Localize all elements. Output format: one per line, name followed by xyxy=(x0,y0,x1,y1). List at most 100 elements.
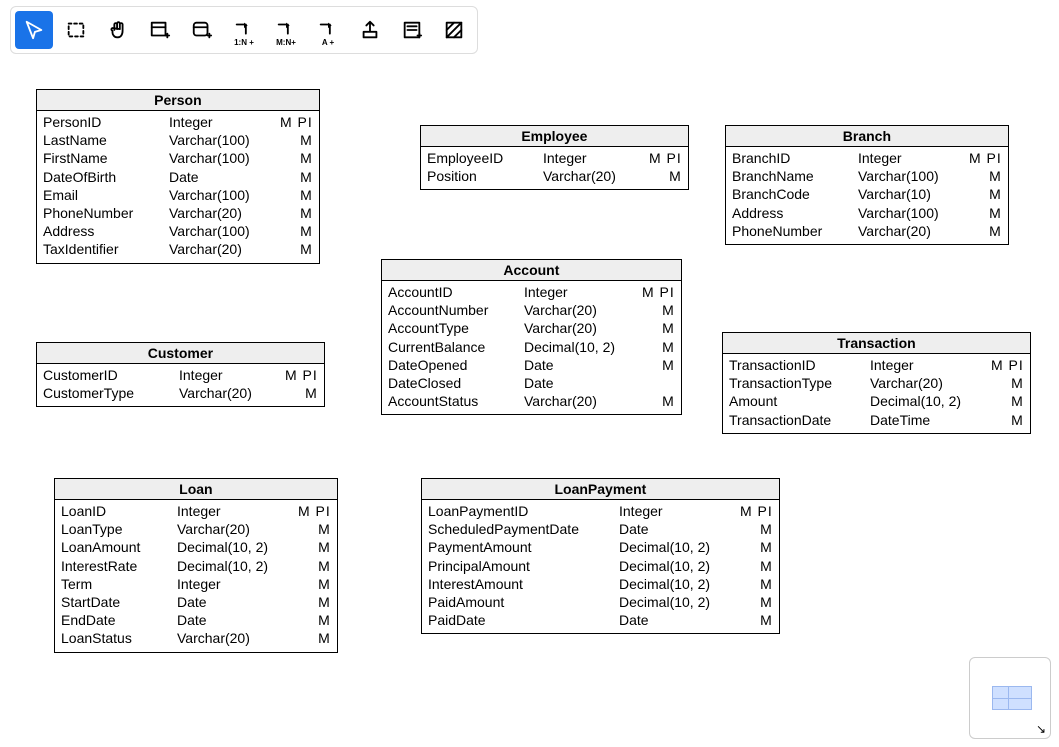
column-type: Decimal(10, 2) xyxy=(619,538,754,556)
column-row[interactable]: BranchNameVarchar(100)M xyxy=(732,167,1002,185)
entity-transaction[interactable]: TransactionTransactionIDIntegerM PITrans… xyxy=(722,332,1031,434)
column-flags: M xyxy=(989,185,1002,203)
column-row[interactable]: BranchIDIntegerM PI xyxy=(732,149,1002,167)
column-name: Amount xyxy=(729,392,864,410)
column-row[interactable]: BranchCodeVarchar(10)M xyxy=(732,185,1002,203)
column-row[interactable]: LoanTypeVarchar(20)M xyxy=(61,520,331,538)
column-row[interactable]: StartDateDateM xyxy=(61,593,331,611)
column-row[interactable]: LoanStatusVarchar(20)M xyxy=(61,629,331,647)
column-type: Date xyxy=(524,374,669,392)
column-name: AccountStatus xyxy=(388,392,518,410)
column-row[interactable]: AccountStatusVarchar(20)M xyxy=(388,392,675,410)
column-name: PaymentAmount xyxy=(428,538,613,556)
entity-customer[interactable]: CustomerCustomerIDIntegerM PICustomerTyp… xyxy=(36,342,325,407)
minimap[interactable]: ↘ xyxy=(969,657,1051,739)
column-row[interactable]: PhoneNumberVarchar(20)M xyxy=(43,204,313,222)
column-row[interactable]: AccountIDIntegerM PI xyxy=(388,283,675,301)
column-name: DateOpened xyxy=(388,356,518,374)
column-row[interactable]: AccountNumberVarchar(20)M xyxy=(388,301,675,319)
column-row[interactable]: LoanAmountDecimal(10, 2)M xyxy=(61,538,331,556)
column-row[interactable]: PaidAmountDecimal(10, 2)M xyxy=(428,593,773,611)
column-row[interactable]: DateOfBirthDateM xyxy=(43,168,313,186)
column-row[interactable]: TermIntegerM xyxy=(61,575,331,593)
entity-person[interactable]: PersonPersonIDIntegerM PILastNameVarchar… xyxy=(36,89,320,264)
column-type: Varchar(20) xyxy=(177,520,312,538)
column-row[interactable]: AddressVarchar(100)M xyxy=(43,222,313,240)
column-row[interactable]: InterestAmountDecimal(10, 2)M xyxy=(428,575,773,593)
column-type: Date xyxy=(177,611,312,629)
column-row[interactable]: AddressVarchar(100)M xyxy=(732,204,1002,222)
column-type: Decimal(10, 2) xyxy=(870,392,1005,410)
column-row[interactable]: DateOpenedDateM xyxy=(388,356,675,374)
column-row[interactable]: EmployeeIDIntegerM PI xyxy=(427,149,682,167)
column-name: StartDate xyxy=(61,593,171,611)
column-row[interactable]: Amount Decimal(10, 2) M xyxy=(729,392,1024,410)
column-row[interactable]: PhoneNumberVarchar(20)M xyxy=(732,222,1002,240)
column-flags: M xyxy=(989,204,1002,222)
column-row[interactable]: PersonIDIntegerM PI xyxy=(43,113,313,131)
diagram-canvas[interactable]: PersonPersonIDIntegerM PILastNameVarchar… xyxy=(0,0,1059,747)
column-name: LoanAmount xyxy=(61,538,171,556)
entity-account[interactable]: AccountAccountIDIntegerM PIAccountNumber… xyxy=(381,259,682,415)
column-row[interactable]: CurrentBalanceDecimal(10, 2)M xyxy=(388,338,675,356)
column-type: Date xyxy=(177,593,312,611)
column-row[interactable]: LastNameVarchar(100)M xyxy=(43,131,313,149)
entity-loanpayment[interactable]: LoanPayment LoanPaymentIDIntegerM PISched… xyxy=(421,478,780,634)
column-row[interactable]: InterestRateDecimal(10, 2)M xyxy=(61,557,331,575)
column-row[interactable]: TransactionDateDateTimeM xyxy=(729,411,1024,429)
column-row[interactable]: PrincipalAmountDecimal(10, 2)M xyxy=(428,557,773,575)
column-row[interactable]: ScheduledPaymentDateDateM xyxy=(428,520,773,538)
column-name: Position xyxy=(427,167,537,185)
column-flags: M PI xyxy=(649,149,682,167)
column-row[interactable]: DateClosedDate xyxy=(388,374,675,392)
column-row[interactable]: PaymentAmountDecimal(10, 2)M xyxy=(428,538,773,556)
column-row[interactable]: AccountTypeVarchar(20)M xyxy=(388,319,675,337)
column-row[interactable]: TransactionIDIntegerM PI xyxy=(729,356,1024,374)
entity-branch[interactable]: BranchBranchIDIntegerM PIBranchNameVarch… xyxy=(725,125,1009,245)
entity-title: Transaction xyxy=(723,333,1030,354)
column-row[interactable]: EndDateDateM xyxy=(61,611,331,629)
column-flags: M xyxy=(1011,392,1024,410)
column-type: Decimal(10, 2) xyxy=(177,557,312,575)
column-row[interactable]: TaxIdentifierVarchar(20)M xyxy=(43,240,313,258)
column-flags: M xyxy=(300,186,313,204)
column-name: AccountType xyxy=(388,319,518,337)
column-row[interactable]: LoanPaymentIDIntegerM PI xyxy=(428,502,773,520)
column-type: Integer xyxy=(177,575,312,593)
column-flags: M xyxy=(300,204,313,222)
resize-arrow-icon[interactable]: ↘ xyxy=(1036,722,1046,736)
column-row[interactable]: EmailVarchar(100)M xyxy=(43,186,313,204)
column-type: Varchar(20) xyxy=(870,374,1005,392)
entity-employee[interactable]: EmployeeEmployeeIDIntegerM PIPositionVar… xyxy=(420,125,689,190)
column-flags: M xyxy=(989,167,1002,185)
column-type: Varchar(20) xyxy=(524,301,656,319)
column-row[interactable]: PaidDateDateM xyxy=(428,611,773,629)
column-type: Date xyxy=(619,520,754,538)
column-name: InterestAmount xyxy=(428,575,613,593)
column-row[interactable]: CustomerIDIntegerM PI xyxy=(43,366,318,384)
column-type: Integer xyxy=(619,502,734,520)
column-name: LoanType xyxy=(61,520,171,538)
column-row[interactable]: PositionVarchar(20)M xyxy=(427,167,682,185)
column-name: PaidDate xyxy=(428,611,613,629)
column-flags: M xyxy=(300,149,313,167)
column-name: Term xyxy=(61,575,171,593)
column-flags: M xyxy=(662,301,675,319)
column-flags: M PI xyxy=(991,356,1024,374)
column-row[interactable]: LoanIDIntegerM PI xyxy=(61,502,331,520)
column-row[interactable]: FirstNameVarchar(100)M xyxy=(43,149,313,167)
column-type: Varchar(20) xyxy=(524,319,656,337)
column-row[interactable]: TransactionTypeVarchar(20)M xyxy=(729,374,1024,392)
column-name: DateOfBirth xyxy=(43,168,163,186)
column-flags: M xyxy=(300,222,313,240)
column-type: Varchar(100) xyxy=(169,222,294,240)
column-name: CustomerID xyxy=(43,366,173,384)
column-name: TransactionID xyxy=(729,356,864,374)
column-flags: M xyxy=(305,384,318,402)
column-flags: M xyxy=(989,222,1002,240)
column-name: InterestRate xyxy=(61,557,171,575)
column-type: Decimal(10, 2) xyxy=(619,557,754,575)
column-row[interactable]: CustomerTypeVarchar(20)M xyxy=(43,384,318,402)
entity-loan[interactable]: LoanLoanIDIntegerM PILoanTypeVarchar(20)… xyxy=(54,478,338,653)
entity-title: LoanPayment xyxy=(422,479,779,500)
